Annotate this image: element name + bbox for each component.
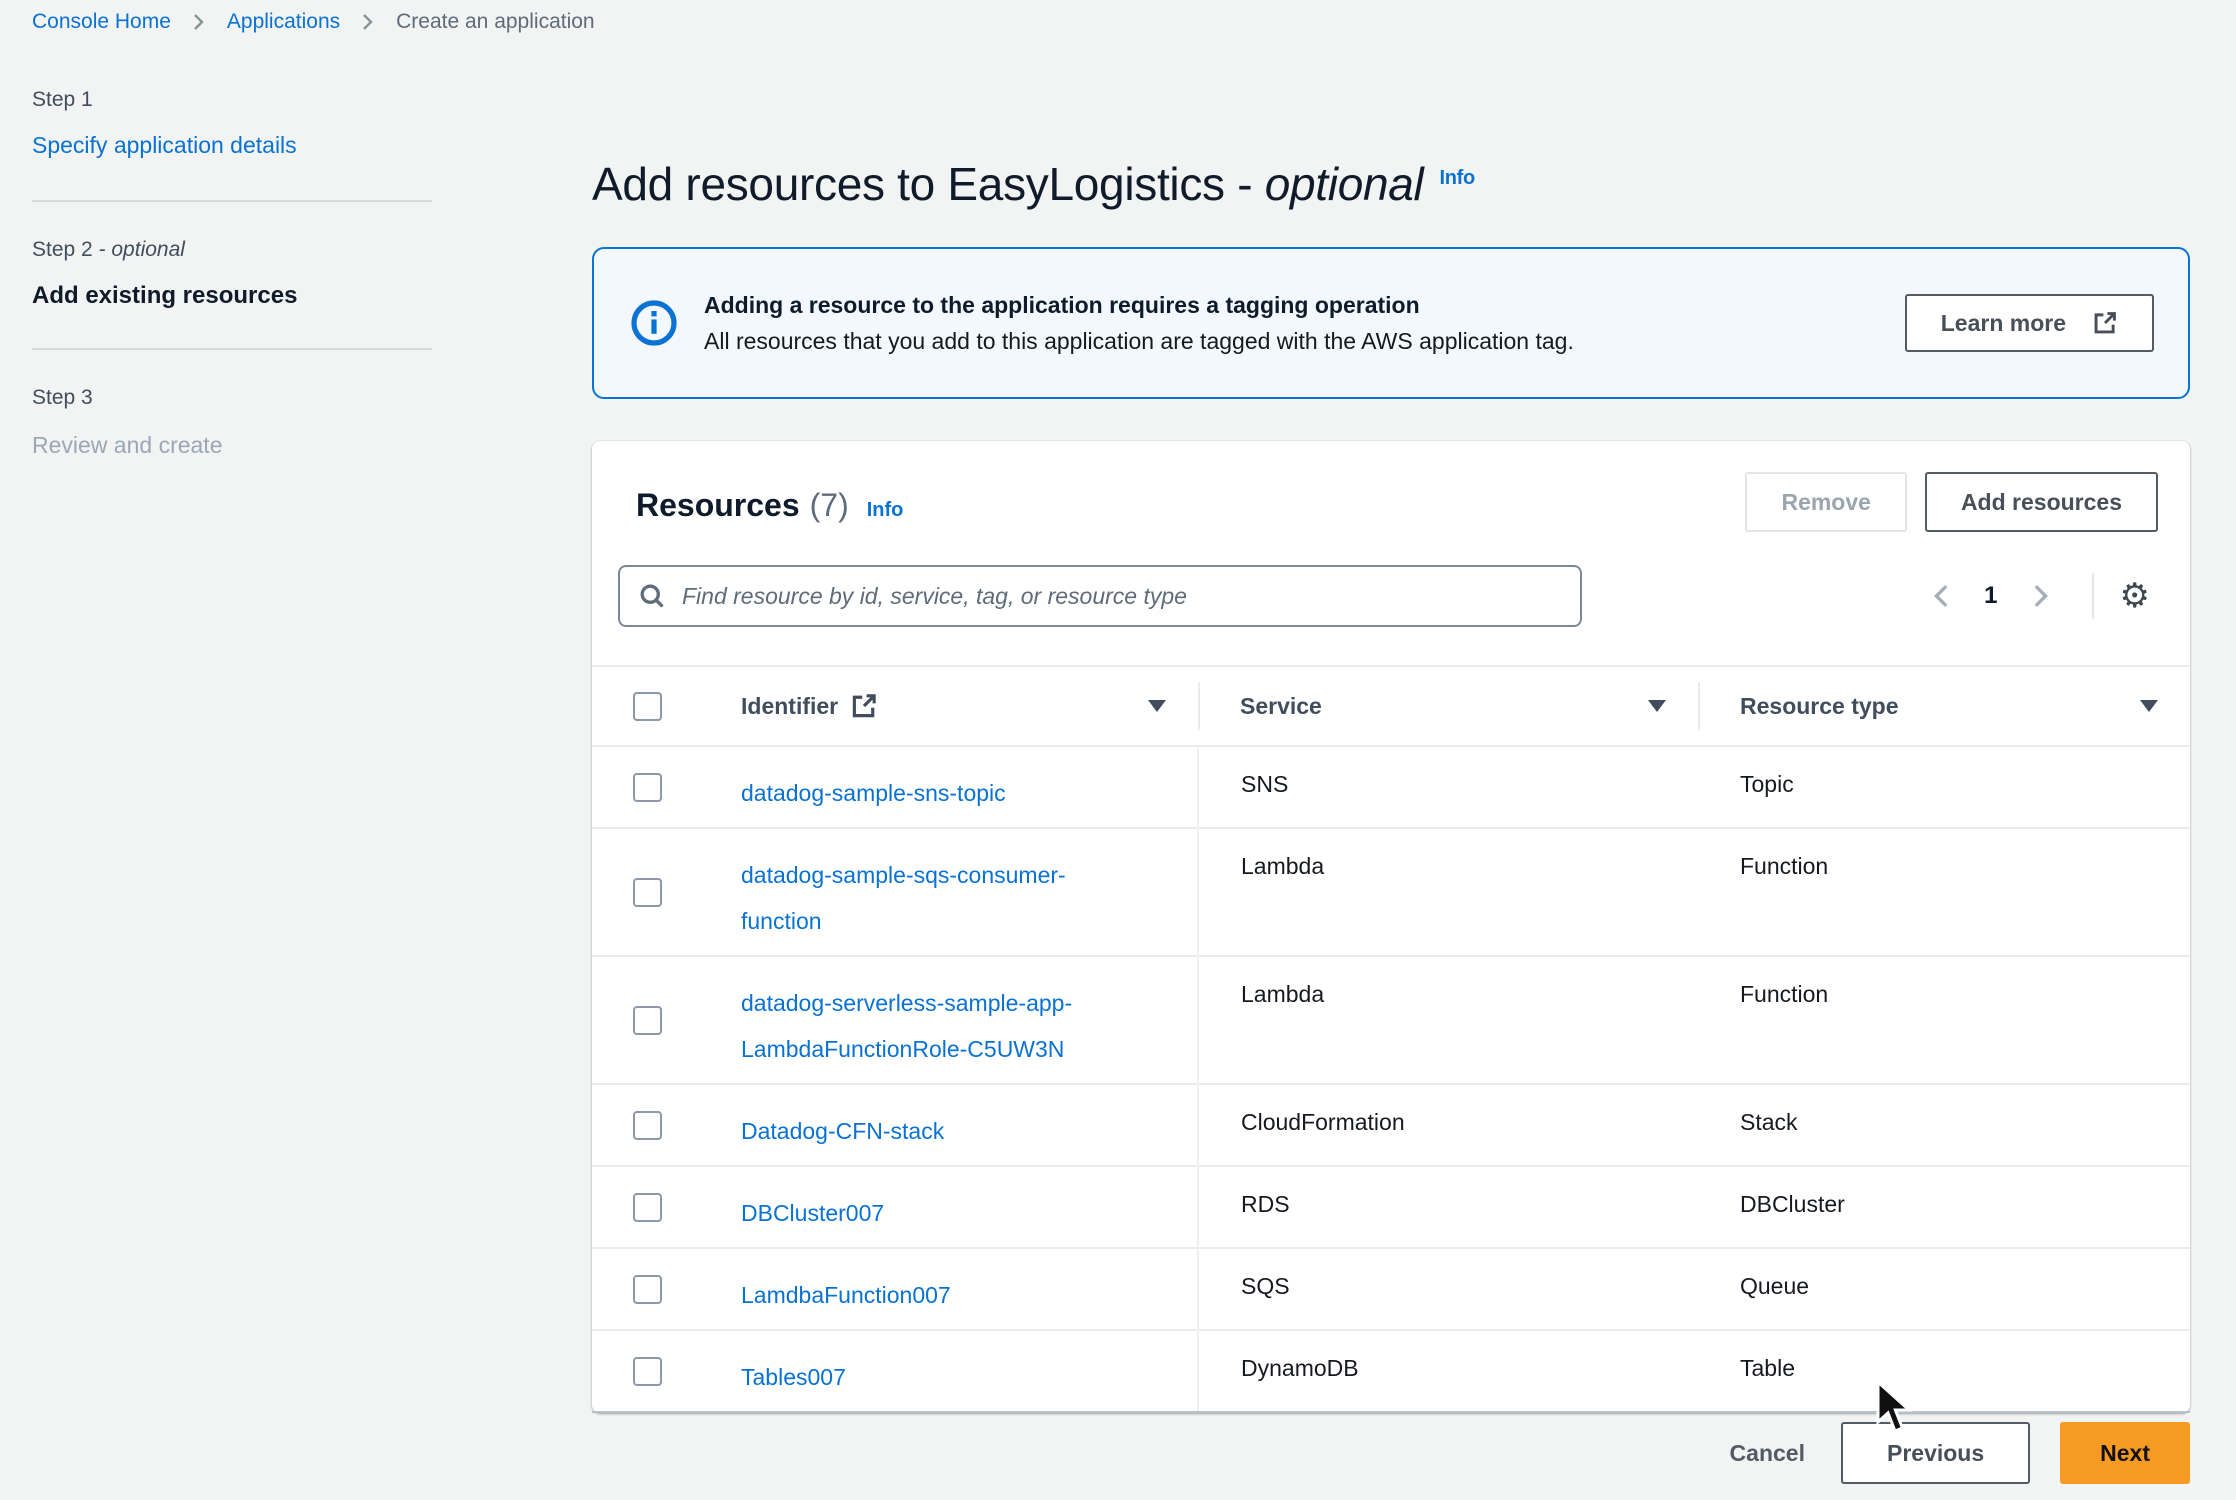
row-checkbox[interactable] bbox=[633, 1275, 662, 1304]
resource-identifier-link[interactable]: LamdbaFunction007 bbox=[741, 1282, 951, 1308]
external-link-icon bbox=[850, 692, 878, 720]
remove-button[interactable]: Remove bbox=[1745, 472, 1906, 532]
alert-description: All resources that you add to this appli… bbox=[704, 328, 1574, 355]
divider bbox=[32, 200, 432, 202]
pagination: 1 ⚙ bbox=[1916, 565, 2156, 627]
filter-identifier-icon[interactable] bbox=[1148, 700, 1166, 712]
row-checkbox[interactable] bbox=[633, 1193, 662, 1222]
cancel-button[interactable]: Cancel bbox=[1724, 1439, 1811, 1468]
step-3-label: Step 3 bbox=[32, 386, 93, 410]
divider bbox=[2092, 573, 2094, 619]
resource-service: SNS bbox=[1198, 746, 1698, 828]
settings-gear-icon[interactable]: ⚙ bbox=[2114, 578, 2156, 614]
column-header-identifier[interactable]: Identifier bbox=[741, 693, 838, 720]
resource-search bbox=[618, 565, 1582, 627]
info-icon bbox=[630, 299, 678, 347]
resource-type: Table bbox=[1698, 1330, 2190, 1412]
resource-type: Function bbox=[1698, 828, 2190, 956]
resource-identifier-link[interactable]: datadog-sample-sqs-consumer-function bbox=[741, 862, 1066, 934]
resource-service: RDS bbox=[1198, 1166, 1698, 1248]
wizard-steps-nav: Step 1 Specify application details Step … bbox=[32, 88, 432, 508]
previous-button[interactable]: Previous bbox=[1841, 1422, 2030, 1484]
resource-service: CloudFormation bbox=[1198, 1084, 1698, 1166]
resource-type: Topic bbox=[1698, 746, 2190, 828]
resource-service: DynamoDB bbox=[1198, 1330, 1698, 1412]
resource-identifier-link[interactable]: Tables007 bbox=[741, 1364, 846, 1390]
table-row: datadog-sample-sqs-consumer-function Lam… bbox=[592, 828, 2190, 956]
resource-type: DBCluster bbox=[1698, 1166, 2190, 1248]
resource-service: Lambda bbox=[1198, 828, 1698, 956]
table-row: LamdbaFunction007 SQS Queue bbox=[592, 1248, 2190, 1330]
column-header-resource-type[interactable]: Resource type bbox=[1740, 693, 1899, 720]
step-1-label: Step 1 bbox=[32, 88, 93, 112]
resources-table: Identifier Service bbox=[592, 665, 2190, 1413]
step-1-link[interactable]: Specify application details bbox=[32, 132, 297, 159]
title-info-link[interactable]: Info bbox=[1439, 167, 1474, 189]
step-2-label: Step 2 - optional bbox=[32, 238, 185, 262]
breadcrumb: Console Home Applications Create an appl… bbox=[32, 10, 595, 34]
chevron-right-icon bbox=[191, 11, 207, 33]
wizard-footer: Cancel Previous Next bbox=[1724, 1422, 2190, 1484]
resource-identifier-link[interactable]: DBCluster007 bbox=[741, 1200, 884, 1226]
filter-service-icon[interactable] bbox=[1648, 700, 1666, 712]
chevron-right-icon bbox=[360, 11, 376, 33]
current-page-number[interactable]: 1 bbox=[1968, 582, 2013, 610]
resource-type: Function bbox=[1698, 956, 2190, 1084]
table-header-row: Identifier Service bbox=[592, 666, 2190, 746]
resource-identifier-link[interactable]: Datadog-CFN-stack bbox=[741, 1118, 944, 1144]
select-all-checkbox[interactable] bbox=[633, 692, 662, 721]
breadcrumb-current: Create an application bbox=[396, 10, 594, 34]
breadcrumb-console-home[interactable]: Console Home bbox=[32, 10, 171, 34]
resources-panel: Resources (7) Info Remove Add resources … bbox=[592, 441, 2190, 1413]
search-icon bbox=[638, 582, 666, 610]
filter-resource-type-icon[interactable] bbox=[2140, 700, 2158, 712]
next-page-button[interactable] bbox=[2014, 582, 2066, 610]
table-row: datadog-sample-sns-topic SNS Topic bbox=[592, 746, 2190, 828]
resources-title: Resources bbox=[636, 487, 800, 524]
divider bbox=[32, 348, 432, 350]
resource-type: Queue bbox=[1698, 1248, 2190, 1330]
resource-identifier-link[interactable]: datadog-serverless-sample-app-LambdaFunc… bbox=[741, 990, 1072, 1062]
row-checkbox[interactable] bbox=[633, 1006, 662, 1035]
table-row: Datadog-CFN-stack CloudFormation Stack bbox=[592, 1084, 2190, 1166]
step-3-disabled: Review and create bbox=[32, 432, 223, 459]
row-checkbox[interactable] bbox=[633, 878, 662, 907]
learn-more-button[interactable]: Learn more bbox=[1905, 294, 2154, 352]
column-header-service[interactable]: Service bbox=[1240, 693, 1322, 720]
table-row: DBCluster007 RDS DBCluster bbox=[592, 1166, 2190, 1248]
row-checkbox[interactable] bbox=[633, 773, 662, 802]
next-button[interactable]: Next bbox=[2060, 1422, 2190, 1484]
search-input[interactable] bbox=[680, 582, 1570, 611]
info-alert: Adding a resource to the application req… bbox=[592, 247, 2190, 399]
resource-service: SQS bbox=[1198, 1248, 1698, 1330]
resources-info-link[interactable]: Info bbox=[867, 499, 904, 522]
step-2-current: Add existing resources bbox=[32, 282, 297, 310]
resource-type: Stack bbox=[1698, 1084, 2190, 1166]
add-resources-button[interactable]: Add resources bbox=[1925, 472, 2158, 532]
alert-title: Adding a resource to the application req… bbox=[704, 292, 1574, 319]
table-row: datadog-serverless-sample-app-LambdaFunc… bbox=[592, 956, 2190, 1084]
row-checkbox[interactable] bbox=[633, 1357, 662, 1386]
resources-count: (7) bbox=[810, 487, 849, 524]
resource-service: Lambda bbox=[1198, 956, 1698, 1084]
resource-identifier-link[interactable]: datadog-sample-sns-topic bbox=[741, 780, 1006, 806]
breadcrumb-applications[interactable]: Applications bbox=[227, 10, 340, 34]
page-title: Add resources to EasyLogistics - optiona… bbox=[592, 157, 1475, 211]
row-checkbox[interactable] bbox=[633, 1111, 662, 1140]
previous-page-button[interactable] bbox=[1916, 582, 1968, 610]
resources-table-body: datadog-sample-sns-topic SNS Topic datad… bbox=[592, 746, 2190, 1412]
external-link-icon bbox=[2092, 310, 2118, 336]
table-row: Tables007 DynamoDB Table bbox=[592, 1330, 2190, 1412]
